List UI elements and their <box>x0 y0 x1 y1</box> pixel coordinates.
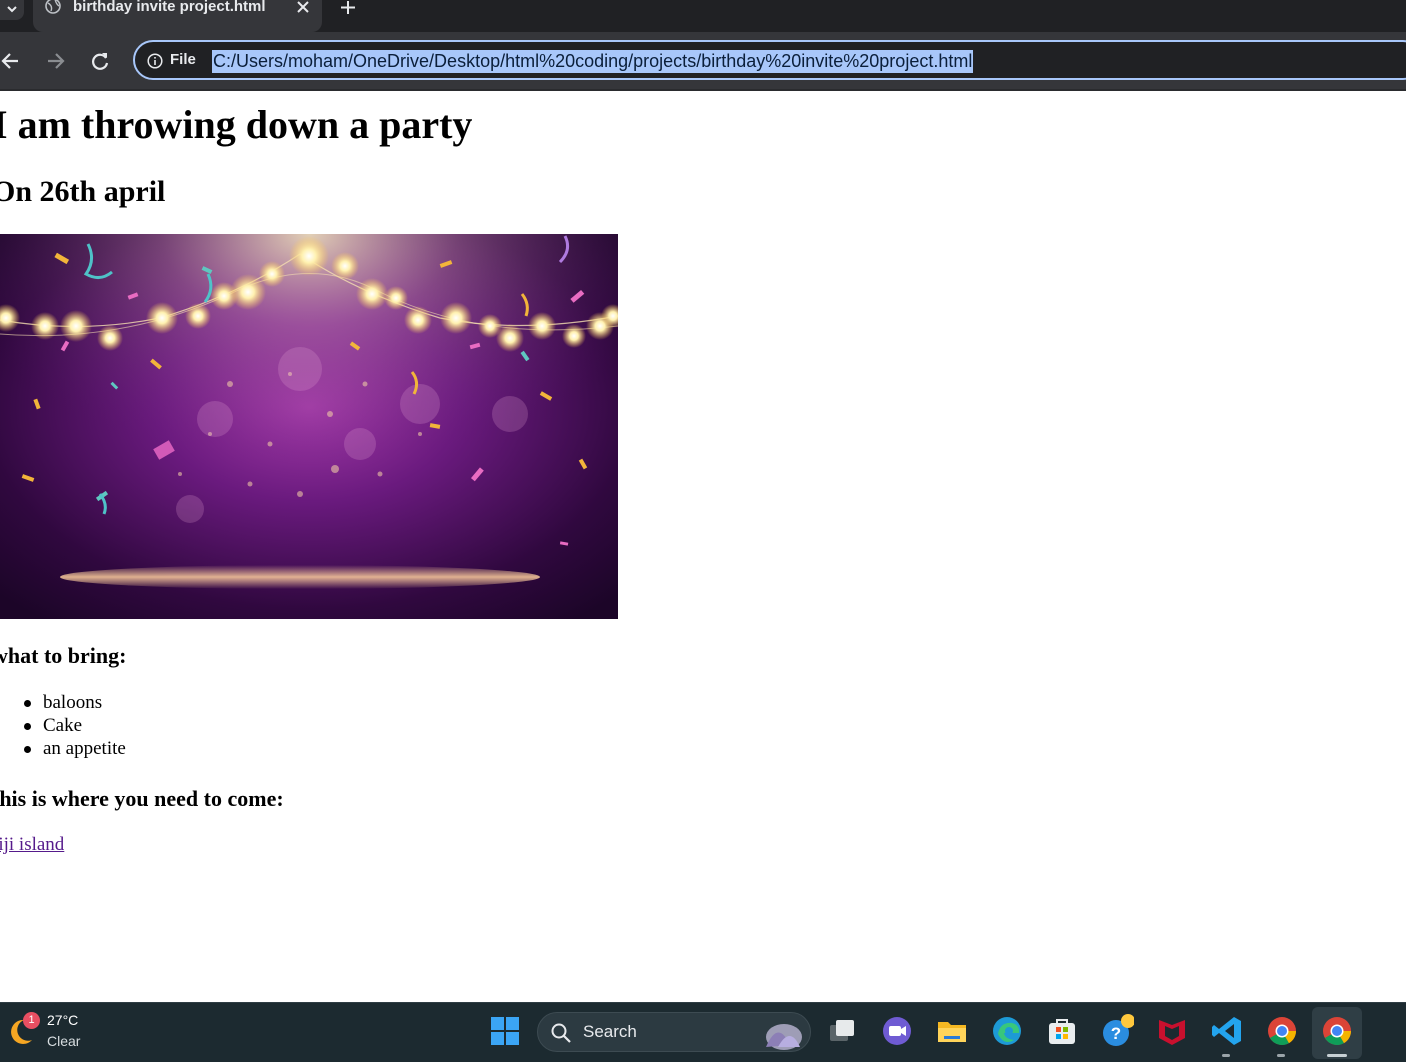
vscode-icon[interactable] <box>1210 1014 1244 1048</box>
bring-heading: what to bring: <box>0 643 127 668</box>
list-item: Cake <box>18 714 126 737</box>
page-subtitle: On 26th april <box>0 175 166 208</box>
taskbar-search[interactable]: Search <box>537 1012 811 1052</box>
file-scheme-label: File <box>170 51 196 68</box>
reload-icon[interactable] <box>89 50 111 72</box>
search-highlight-icon <box>766 1024 802 1050</box>
task-view-icon[interactable] <box>825 1014 859 1048</box>
location-heading: this is where you need to come: <box>0 786 284 811</box>
edge-icon[interactable] <box>990 1014 1024 1048</box>
list-item: baloons <box>18 691 126 714</box>
store-icon[interactable] <box>1045 1014 1079 1048</box>
url-text[interactable]: C:/Users/moham/OneDrive/Desktop/html%20c… <box>212 50 974 73</box>
file-explorer-icon[interactable] <box>935 1014 969 1048</box>
search-placeholder: Search <box>583 1022 637 1041</box>
meet-icon[interactable] <box>880 1014 914 1048</box>
tab-search-button[interactable] <box>0 0 24 20</box>
bring-list: baloons Cake an appetite <box>18 691 126 760</box>
weather-condition: Clear <box>47 1033 81 1049</box>
svg-text:?: ? <box>1111 1024 1121 1043</box>
chrome-icon[interactable] <box>1265 1014 1299 1048</box>
location-link[interactable]: fiji island <box>0 834 64 856</box>
running-indicator <box>1277 1054 1285 1057</box>
search-icon <box>551 1023 571 1043</box>
mcafee-icon[interactable] <box>1155 1014 1189 1048</box>
notification-badge: 1 <box>23 1012 40 1029</box>
active-tab[interactable]: birthday invite project.html <box>33 0 322 32</box>
back-arrow-icon[interactable] <box>0 50 22 72</box>
tab-strip: birthday invite project.html <box>0 0 1406 32</box>
taskbar: 1 27°C Clear Search ? <box>0 1002 1406 1062</box>
browser-toolbar: File C:/Users/moham/OneDrive/Desktop/htm… <box>0 32 1406 91</box>
forward-arrow-icon[interactable] <box>44 50 66 72</box>
info-icon[interactable] <box>147 53 163 69</box>
windows-start-icon[interactable] <box>488 1014 522 1048</box>
help-icon[interactable]: ? <box>1100 1014 1134 1048</box>
weather-temp: 27°C <box>47 1012 79 1028</box>
address-bar[interactable]: File C:/Users/moham/OneDrive/Desktop/htm… <box>133 40 1406 80</box>
close-icon[interactable] <box>295 0 311 16</box>
active-indicator <box>1327 1054 1347 1057</box>
party-confetti-lights-image <box>0 234 618 619</box>
tab-title: birthday invite project.html <box>73 0 266 15</box>
running-indicator <box>1222 1054 1230 1057</box>
chevron-down-icon <box>7 6 17 13</box>
page-content: I am throwing down a party On 26th april <box>0 91 1406 1002</box>
list-item: an appetite <box>18 737 126 760</box>
new-tab-icon[interactable] <box>338 0 358 16</box>
page-title: I am throwing down a party <box>0 102 473 147</box>
globe-icon <box>45 0 61 14</box>
chrome-icon[interactable] <box>1320 1014 1354 1048</box>
